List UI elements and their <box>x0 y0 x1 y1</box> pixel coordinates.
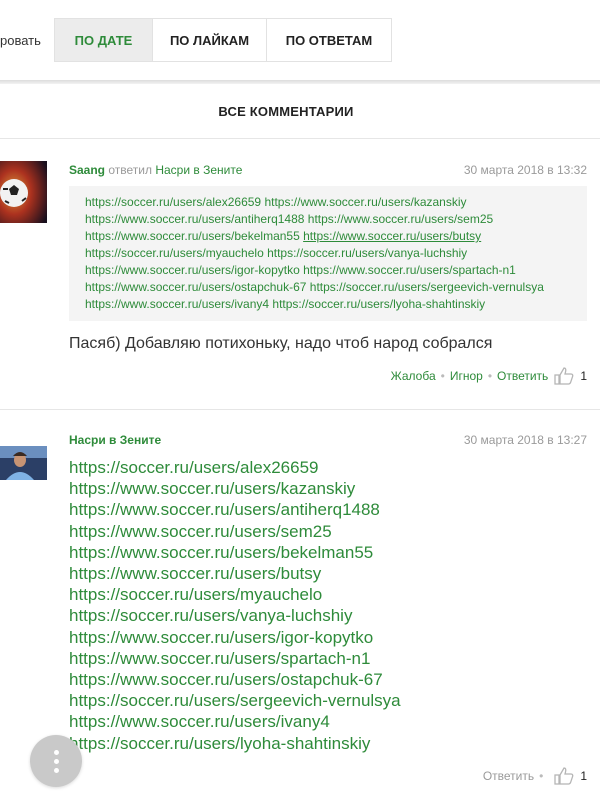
profile-link[interactable]: https://www.soccer.ru/users/antiherq1488 <box>69 499 401 520</box>
ignore-link[interactable]: Игнор <box>450 369 483 383</box>
quote-link[interactable]: https://soccer.ru/users/alex26659 <box>85 195 261 209</box>
header-shadow <box>0 80 600 84</box>
dot <box>53 749 59 755</box>
comment-text: Пасяб) Добавляю потихоньку, надо чтоб на… <box>69 335 493 352</box>
comment-date: 30 марта 2018 в 13:32 <box>463 163 587 177</box>
profile-link[interactable]: https://soccer.ru/users/alex26659 <box>69 457 401 478</box>
quote-link[interactable]: https://www.soccer.ru/users/igor-kopytko <box>85 263 300 277</box>
quote-line: https://www.soccer.ru/users/ivany4 https… <box>85 296 587 313</box>
like-count: 1 <box>580 769 587 783</box>
profile-link[interactable]: https://www.soccer.ru/users/kazanskiy <box>69 478 401 499</box>
thumbs-up-icon[interactable] <box>554 767 574 785</box>
thumbs-up-icon[interactable] <box>554 367 574 385</box>
quote-line: https://www.soccer.ru/users/antiherq1488… <box>85 211 587 228</box>
quote-link[interactable]: https://soccer.ru/users/vanya-luchshiy <box>264 246 467 260</box>
comment-date: 30 марта 2018 в 13:27 <box>463 433 587 447</box>
profile-link[interactable]: https://www.soccer.ru/users/butsy <box>69 563 401 584</box>
separator-dot: • <box>539 769 544 783</box>
complain-link[interactable]: Жалоба <box>391 369 436 383</box>
profile-link[interactable]: https://www.soccer.ru/users/sem25 <box>69 521 401 542</box>
tab-by-date[interactable]: ПО ДАТЕ <box>55 19 153 61</box>
profile-link[interactable]: https://www.soccer.ru/users/bekelman55 <box>69 542 401 563</box>
quote-link[interactable]: https://www.soccer.ru/users/ivany4 <box>85 297 269 311</box>
sort-label-partial: ровать <box>0 33 41 48</box>
quote-line: https://soccer.ru/users/myauchelo https:… <box>85 245 587 262</box>
reply-link[interactable]: Ответить <box>497 369 548 383</box>
quote-link[interactable]: https://www.soccer.ru/users/ostapchuk-67 <box>85 280 306 294</box>
sort-bar: ровать ПО ДАТЕ ПО ЛАЙКАМ ПО ОТВЕТАМ <box>0 0 600 80</box>
reply-to-user[interactable]: Насри в Зените <box>155 163 242 177</box>
quote-link[interactable]: https://soccer.ru/users/lyoha-shahtinski… <box>269 297 485 311</box>
tab-by-likes[interactable]: ПО ЛАЙКАМ <box>153 19 267 61</box>
quote-link[interactable]: https://soccer.ru/users/sergeevich-vernu… <box>306 280 544 294</box>
quote-line: https://www.soccer.ru/users/ostapchuk-67… <box>85 279 587 296</box>
quote-line: https://soccer.ru/users/alex26659 https:… <box>85 194 587 211</box>
dot <box>53 758 59 764</box>
quote-link[interactable]: https://www.soccer.ru/users/butsy <box>303 229 481 243</box>
profile-link[interactable]: https://www.soccer.ru/users/igor-kopytko <box>69 627 401 648</box>
quote-link[interactable]: https://www.soccer.ru/users/kazanskiy <box>261 195 466 209</box>
comment-actions: Ответить • 1 <box>483 766 587 786</box>
comment-header: Насри в Зените <box>69 433 161 447</box>
like-count: 1 <box>580 369 587 383</box>
divider <box>0 138 600 139</box>
quote-link[interactable]: https://www.soccer.ru/users/antiherq1488 <box>85 212 304 226</box>
profile-link[interactable]: https://www.soccer.ru/users/ostapchuk-67 <box>69 669 401 690</box>
dot <box>53 767 59 773</box>
author-name[interactable]: Saang <box>69 163 105 177</box>
quote-link[interactable]: https://www.soccer.ru/users/bekelman55 <box>85 229 300 243</box>
profile-link[interactable]: https://soccer.ru/users/vanya-luchshiy <box>69 605 401 626</box>
comment-actions: Жалоба • Игнор • Ответить 1 <box>391 366 587 386</box>
more-vertical-icon[interactable] <box>30 735 82 787</box>
sort-tabs: ПО ДАТЕ ПО ЛАЙКАМ ПО ОТВЕТАМ <box>54 18 392 62</box>
separator-dot: • <box>487 369 493 383</box>
quote-link[interactable]: https://soccer.ru/users/myauchelo <box>85 246 264 260</box>
quote-line: https://www.soccer.ru/users/bekelman55 h… <box>85 228 587 245</box>
profile-link[interactable]: https://www.soccer.ru/users/ivany4 <box>69 711 401 732</box>
section-title: ВСЕ КОММЕНТАРИИ <box>218 104 354 119</box>
profile-link[interactable]: https://soccer.ru/users/lyoha-shahtinski… <box>69 733 401 754</box>
profile-link[interactable]: https://www.soccer.ru/users/spartach-n1 <box>69 648 401 669</box>
author-name[interactable]: Насри в Зените <box>69 433 161 447</box>
reply-link[interactable]: Ответить <box>483 769 534 783</box>
avatar[interactable] <box>0 161 47 223</box>
profile-link[interactable]: https://soccer.ru/users/myauchelo <box>69 584 401 605</box>
comment-links: https://soccer.ru/users/alex26659 https:… <box>69 457 401 754</box>
quote-line: https://www.soccer.ru/users/igor-kopytko… <box>85 262 587 279</box>
replied-label: ответил <box>108 163 152 177</box>
profile-link[interactable]: https://soccer.ru/users/sergeevich-vernu… <box>69 690 401 711</box>
comment-header: Saang ответил Насри в Зените <box>69 163 242 177</box>
avatar[interactable] <box>0 446 47 480</box>
divider <box>0 409 600 410</box>
separator-dot: • <box>440 369 445 383</box>
tab-by-replies[interactable]: ПО ОТВЕТАМ <box>267 19 391 61</box>
quote-block: https://soccer.ru/users/alex26659 https:… <box>69 186 587 321</box>
quote-link[interactable]: https://www.soccer.ru/users/sem25 <box>304 212 493 226</box>
quote-link[interactable]: https://www.soccer.ru/users/spartach-n1 <box>300 263 516 277</box>
